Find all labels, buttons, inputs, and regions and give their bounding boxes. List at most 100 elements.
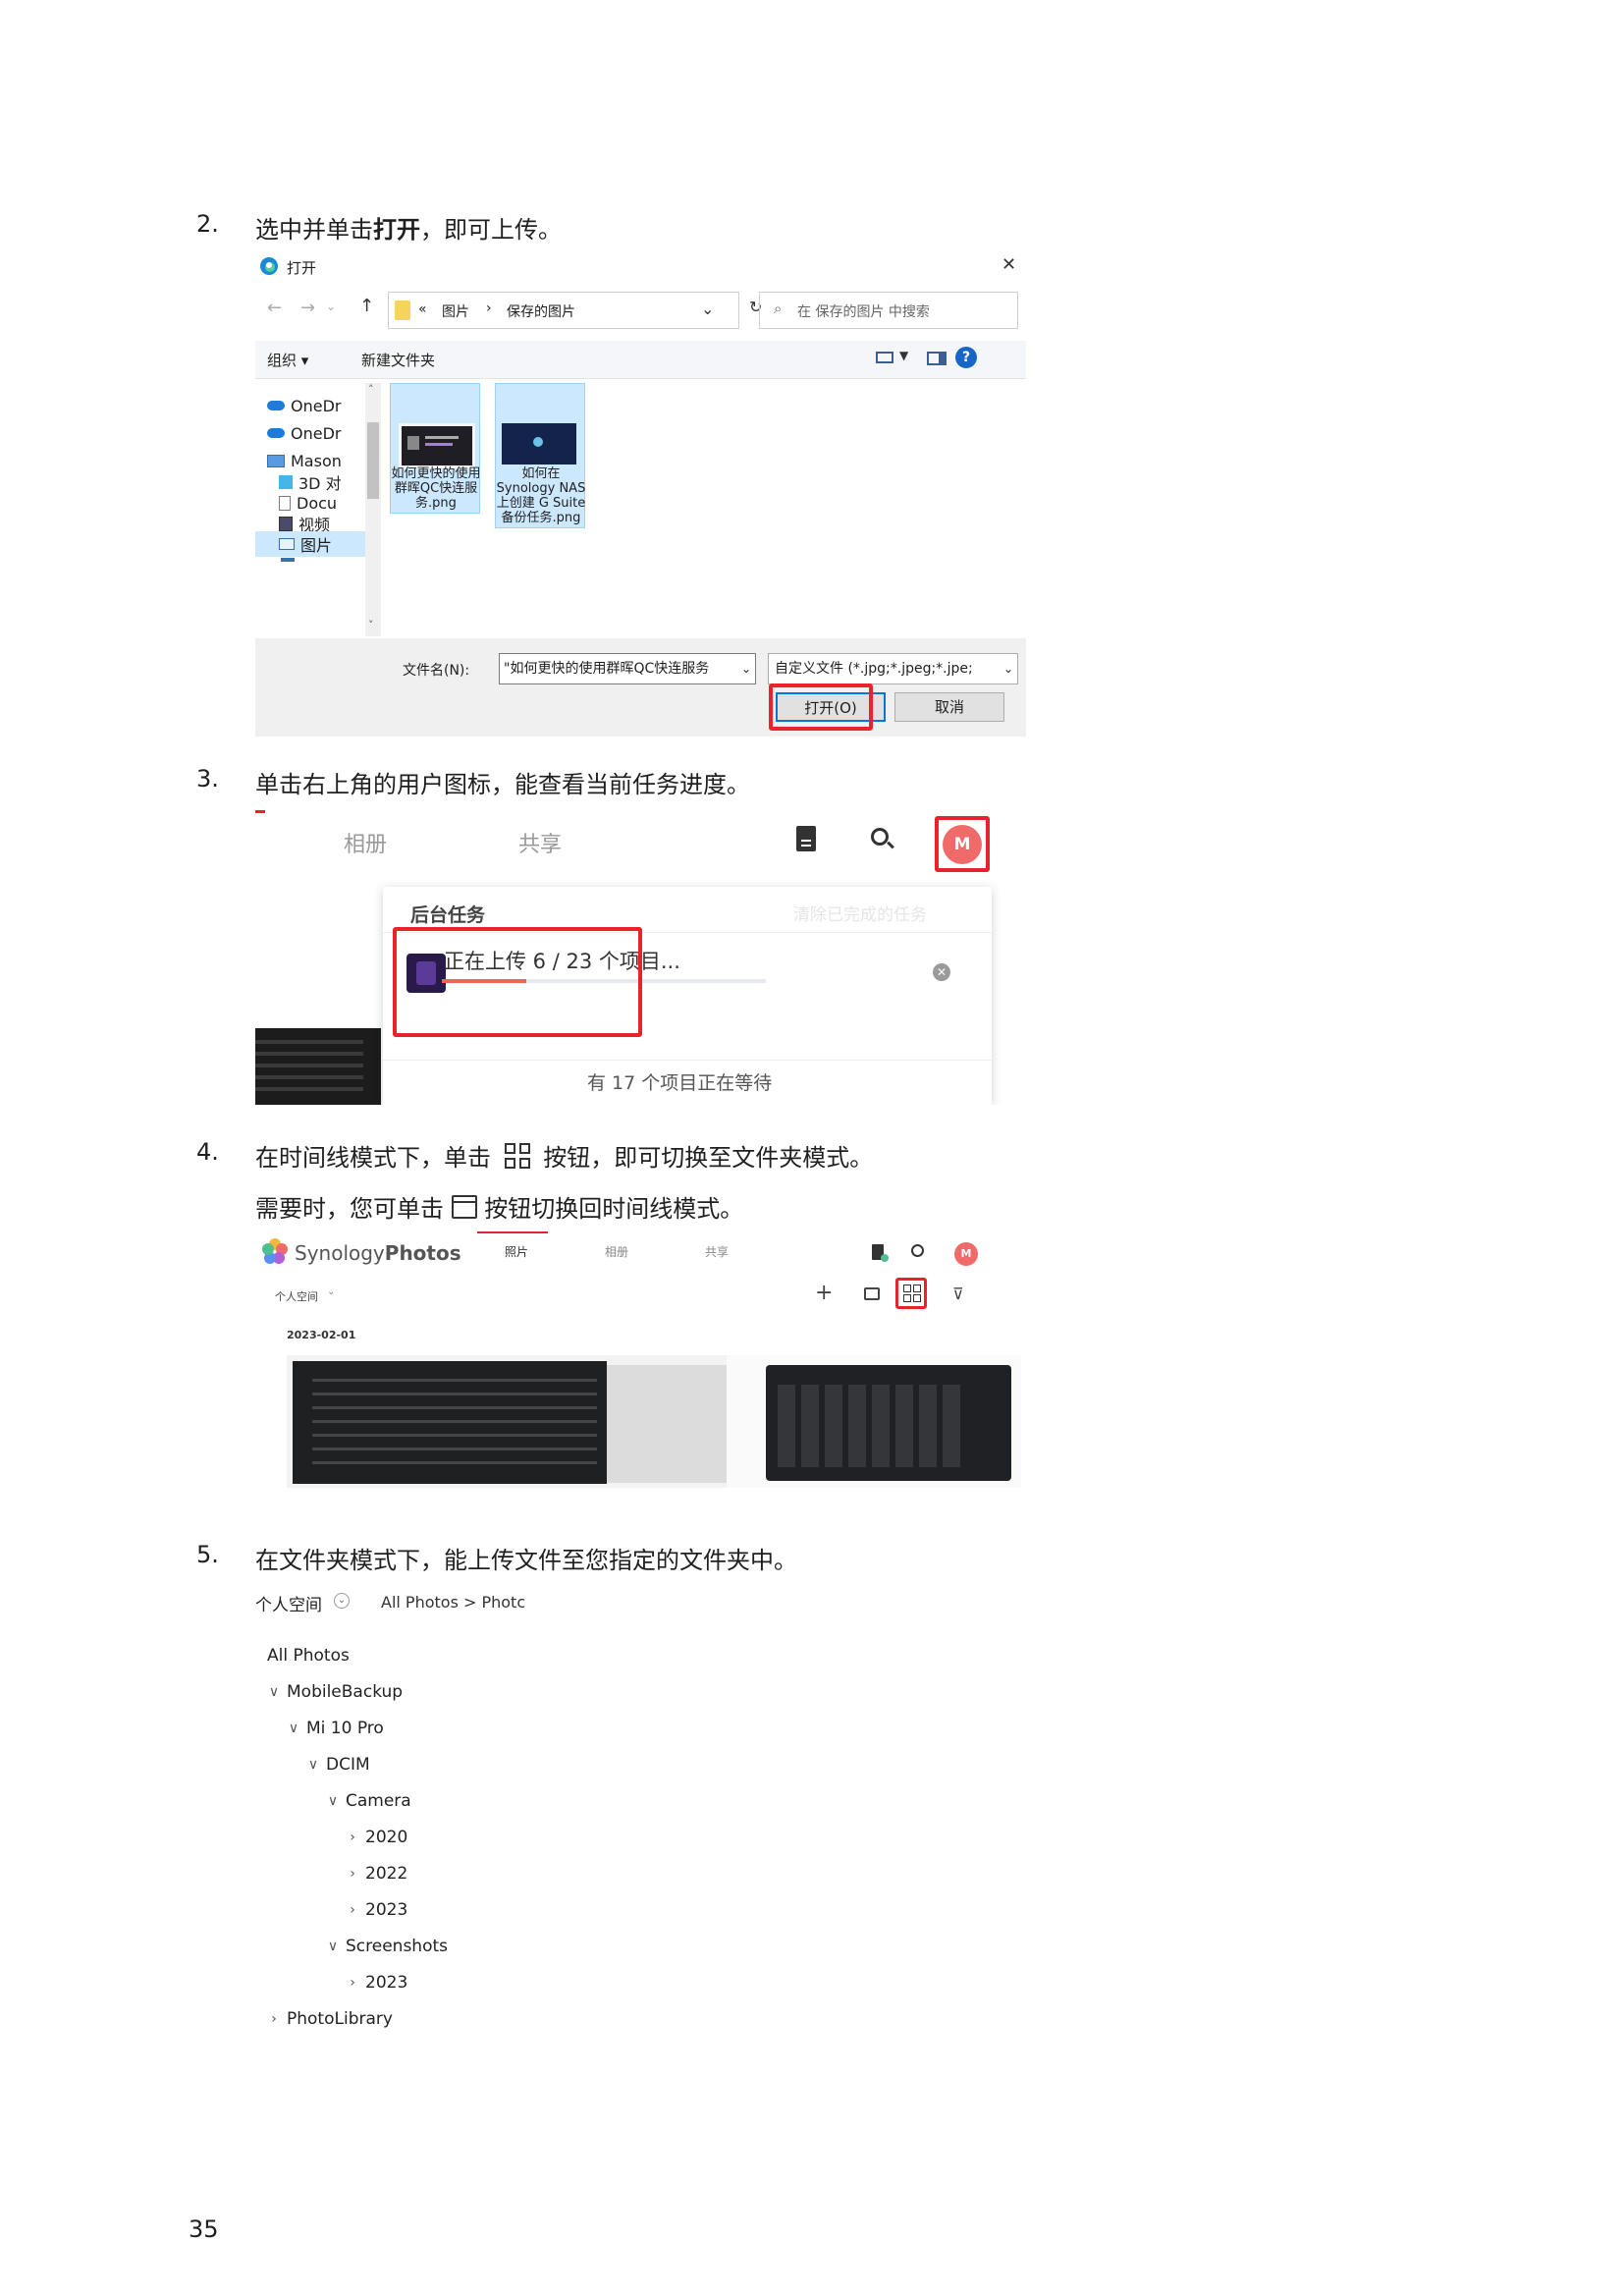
- expanded-chevron-icon[interactable]: ∨: [267, 1684, 281, 1700]
- forward-arrow-icon[interactable]: →: [300, 298, 315, 318]
- collapsed-chevron-icon[interactable]: ›: [267, 2011, 281, 2027]
- search-icon[interactable]: [911, 1244, 924, 1257]
- step-2-text-b: ，即可上传。: [420, 216, 562, 244]
- search-box[interactable]: ⌕ 在 保存的图片 中搜索: [759, 292, 1018, 329]
- expanded-chevron-icon[interactable]: ∨: [287, 1721, 300, 1736]
- file-item-gsuite[interactable]: 如何在 Synology NAS 上创建 G Suite 备份任务.png: [495, 383, 585, 528]
- up-arrow-icon[interactable]: ↑: [359, 296, 374, 316]
- breadcrumb-saved-pictures[interactable]: 保存的图片: [507, 301, 575, 321]
- photo-rack-nas[interactable]: [287, 1355, 727, 1488]
- cancel-button[interactable]: 取消: [894, 692, 1004, 722]
- back-arrow-icon[interactable]: ←: [267, 298, 282, 318]
- filetype-dropdown-icon[interactable]: ⌄: [1001, 654, 1013, 683]
- tree-node-2023[interactable]: › 2023: [346, 1900, 407, 1920]
- scroll-down-icon[interactable]: ˅: [368, 619, 374, 631]
- breadcrumb-pictures[interactable]: 图片: [442, 301, 469, 321]
- brand-name: SynologyPhotos: [295, 1241, 461, 1265]
- synology-photos-logo-icon: [261, 1237, 289, 1269]
- tree-node-screenshots-2023[interactable]: › 2023: [346, 1973, 407, 1993]
- filename-value: "如何更快的使用群晖QC快连服务: [504, 661, 710, 677]
- filter-icon[interactable]: ⊽: [952, 1285, 964, 1303]
- scroll-up-icon[interactable]: ˄: [368, 383, 374, 396]
- tree-node-2020[interactable]: › 2020: [346, 1828, 407, 1847]
- help-icon[interactable]: ?: [955, 347, 977, 368]
- step-3-number: 3.: [196, 765, 219, 793]
- step-4-line-2-a: 需要时，您可单击: [255, 1195, 444, 1223]
- filename-dropdown-icon[interactable]: ⌄: [740, 654, 751, 683]
- address-dropdown-icon[interactable]: ⌄: [701, 300, 714, 318]
- new-folder-button[interactable]: 新建文件夹: [361, 350, 435, 370]
- close-icon[interactable]: ✕: [1001, 254, 1016, 275]
- clear-completed-link[interactable]: 清除已完成的任务: [793, 901, 927, 925]
- nas-device-image: [255, 1028, 381, 1105]
- nav-item-pictures[interactable]: 图片: [255, 531, 365, 557]
- rack-front: [293, 1361, 607, 1484]
- tree-node-2022[interactable]: › 2022: [346, 1864, 407, 1884]
- nav-item-onedrive-1[interactable]: OneDr: [267, 393, 341, 418]
- thumbnail-graphic: [407, 436, 419, 450]
- search-placeholder: 在 保存的图片 中搜索: [797, 304, 930, 320]
- cancel-upload-icon[interactable]: ✕: [933, 963, 950, 981]
- nav-scrollbar[interactable]: ˄ ˅: [365, 383, 381, 636]
- drive-bay: [801, 1385, 819, 1467]
- step-5-text: 在文件夹模式下，能上传文件至您指定的文件夹中。: [255, 1547, 797, 1574]
- breadcrumb-overflow[interactable]: «: [418, 301, 427, 317]
- add-icon[interactable]: +: [815, 1281, 833, 1305]
- document-icon[interactable]: [796, 826, 816, 851]
- space-dropdown-icon[interactable]: ⌄: [334, 1593, 350, 1609]
- preview-pane-icon[interactable]: [927, 352, 947, 365]
- tree-node-dcim[interactable]: ∨ DCIM: [306, 1755, 370, 1775]
- expanded-chevron-icon[interactable]: ∨: [326, 1939, 340, 1954]
- tree-node-mi10pro[interactable]: ∨ Mi 10 Pro: [287, 1719, 384, 1738]
- dialog-titlebar: 打开 ✕: [255, 250, 1026, 282]
- view-options-icon[interactable]: [876, 352, 893, 363]
- collapsed-chevron-icon[interactable]: ›: [346, 1902, 359, 1918]
- collapsed-chevron-icon[interactable]: ›: [346, 1830, 359, 1845]
- tree-node-label: 2023: [365, 1973, 408, 1993]
- space-selector[interactable]: 个人空间: [255, 1591, 322, 1615]
- tree-node-screenshots[interactable]: ∨ Screenshots: [326, 1937, 448, 1956]
- waiting-items-text: 有 17 个项目正在等待: [587, 1072, 773, 1094]
- step-4-line-1-a: 在时间线模式下，单击: [255, 1144, 491, 1172]
- collapsed-chevron-icon[interactable]: ›: [346, 1866, 359, 1882]
- view-dropdown-icon[interactable]: ▼: [899, 349, 908, 362]
- tree-node-label: Mi 10 Pro: [306, 1719, 384, 1738]
- tree-node-photolibrary[interactable]: › PhotoLibrary: [267, 2009, 393, 2029]
- slideshow-icon[interactable]: [864, 1287, 880, 1300]
- space-dropdown-icon[interactable]: ⌄: [327, 1286, 335, 1297]
- tab-albums[interactable]: 相册: [344, 827, 387, 858]
- tree-node-all-photos[interactable]: All Photos: [267, 1646, 350, 1666]
- filetype-select[interactable]: 自定义文件 (*.jpg;*.jpeg;*.jpe; ⌄: [768, 653, 1018, 684]
- calendar-line: [451, 1201, 477, 1203]
- expanded-chevron-icon[interactable]: ∨: [306, 1757, 320, 1773]
- tab-shared[interactable]: 共享: [705, 1243, 729, 1260]
- breadcrumb[interactable]: All Photos > Photc: [381, 1593, 525, 1612]
- space-selector[interactable]: 个人空间: [275, 1288, 318, 1304]
- scroll-thumb[interactable]: [367, 422, 379, 499]
- user-avatar[interactable]: M: [954, 1242, 978, 1266]
- rack-vent: [312, 1393, 597, 1395]
- nas-vent: [255, 1040, 363, 1044]
- nav-item-label: OneDr: [291, 423, 342, 443]
- file-item-qc[interactable]: 如何更快的使用 群晖QC快连服 务.png: [390, 383, 481, 514]
- tab-albums[interactable]: 相册: [605, 1243, 628, 1260]
- filename-input[interactable]: "如何更快的使用群晖QC快连服务 ⌄: [499, 653, 756, 684]
- tab-shared[interactable]: 共享: [518, 827, 562, 858]
- thumbnail-line: [425, 436, 459, 439]
- recent-dropdown-icon[interactable]: ⌄: [326, 300, 336, 313]
- collapsed-chevron-icon[interactable]: ›: [346, 1975, 359, 1991]
- organize-menu[interactable]: 组织 ▾: [267, 350, 308, 370]
- photo-desktop-nas[interactable]: [727, 1355, 1021, 1488]
- doc-line: [801, 840, 811, 842]
- edge-icon: [259, 256, 279, 280]
- expanded-chevron-icon[interactable]: ∨: [326, 1793, 340, 1809]
- tab-photos[interactable]: 照片: [505, 1243, 528, 1260]
- tree-node-label: Camera: [346, 1791, 411, 1811]
- tree-node-mobilebackup[interactable]: ∨ MobileBackup: [267, 1682, 403, 1702]
- nav-item-onedrive-2[interactable]: OneDr: [267, 420, 341, 446]
- tree-node-label: MobileBackup: [287, 1682, 404, 1702]
- grid-cell: [518, 1158, 530, 1169]
- tree-node-label: 2020: [365, 1828, 408, 1847]
- address-bar[interactable]: « 图片 › 保存的图片 ⌄: [388, 292, 739, 329]
- tree-node-camera[interactable]: ∨ Camera: [326, 1791, 411, 1811]
